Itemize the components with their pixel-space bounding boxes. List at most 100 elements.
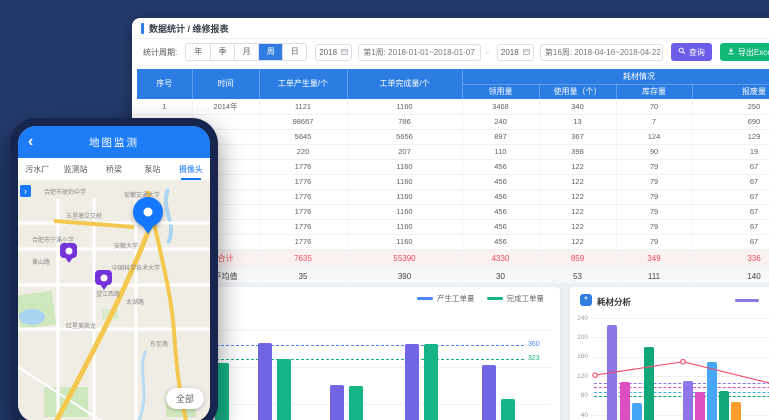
period-option[interactable]: 月	[234, 44, 258, 60]
table-cell: 1776	[259, 219, 347, 234]
table-row: 7177611604561227967	[137, 189, 769, 204]
export-label: 导出Excel	[738, 47, 769, 58]
trend-line	[570, 310, 769, 420]
start-week-input[interactable]: 第1周: 2018-01-01~2018-01-07	[358, 44, 481, 61]
period-option[interactable]: 年	[186, 44, 210, 60]
map-image	[18, 181, 210, 420]
table-cell: 1776	[259, 159, 347, 174]
table-cell: 2014年	[192, 99, 259, 114]
right-chart-legend-dash[interactable]	[735, 299, 759, 302]
map-label: 太湖路	[126, 297, 144, 306]
table-cell: 1776	[259, 189, 347, 204]
legend-item[interactable]: 产生工单量	[417, 293, 475, 304]
reference-label: 323	[528, 355, 540, 362]
table-cell: 859	[539, 249, 616, 267]
table-cell: 349	[616, 249, 692, 267]
all-button[interactable]: 全部	[166, 388, 204, 409]
table-row: 10177611604561227967	[137, 234, 769, 249]
table-cell: 79	[616, 174, 692, 189]
legend-label: 完成工单量	[507, 293, 545, 304]
page: 数据统计 / 维修报表 统计周期: 年季月周日 2018 第1周: 2018-0…	[0, 0, 769, 420]
consumables-chart-card: * 耗材分析 2402001601208040	[570, 287, 769, 420]
dashboard-panel: 数据统计 / 维修报表 统计周期: 年季月周日 2018 第1周: 2018-0…	[132, 18, 769, 420]
filter-bar: 统计周期: 年季月周日 2018 第1周: 2018-01-01~2018-01…	[132, 39, 769, 66]
table-cell: 456	[462, 159, 539, 174]
period-option[interactable]: 季	[210, 44, 234, 60]
calendar-icon	[341, 48, 348, 57]
chevron-right-icon[interactable]: ›	[20, 185, 31, 197]
table-row: 8177611604561227967	[137, 204, 769, 219]
phone-screen: ‹ 地图监测 污水厂监测站桥梁泵站摄像头	[18, 126, 210, 420]
breadcrumb: 数据统计 / 维修报表	[149, 22, 229, 35]
column-header-serial: 序号	[137, 69, 192, 99]
table-cell: 110	[462, 144, 539, 159]
reference-label: 360	[528, 341, 540, 348]
sub-column-header: 领用量	[462, 84, 539, 99]
tab-泵站[interactable]: 泵站	[133, 158, 171, 180]
table-cell: 79	[616, 189, 692, 204]
camera-marker[interactable]	[60, 243, 77, 258]
table-cell: 79	[616, 159, 692, 174]
column-header-time: 时间	[192, 69, 259, 99]
table-row: 42202071103989019	[137, 144, 769, 159]
tab-监测站[interactable]: 监测站	[56, 158, 94, 180]
table-cell: 1160	[347, 219, 462, 234]
table-cell: 336	[692, 249, 769, 267]
end-week-input[interactable]: 第16周: 2018-04-16~2018-04-22	[540, 44, 663, 61]
legend-item[interactable]: 完成工单量	[487, 293, 545, 304]
table-cell: 897	[462, 129, 539, 144]
map-view[interactable]: 合肥市琥珀中学安徽交通大学五里墩立交桥合肥市宁溪小学安徽大学黄山路中国科学技术大…	[18, 181, 210, 420]
chart-title: 耗材分析	[597, 296, 631, 308]
table-cell: 122	[539, 219, 616, 234]
tab-摄像头[interactable]: 摄像头	[172, 158, 210, 180]
charts-section: 产生工单量 完成工单量 360 323 * 耗材分析 240200160120804…	[132, 283, 769, 420]
tab-桥梁[interactable]: 桥梁	[95, 158, 133, 180]
sub-column-header: 使用量（个）	[539, 84, 616, 99]
export-excel-button[interactable]: 导出Excel	[720, 43, 769, 61]
table-cell: 67	[692, 234, 769, 249]
camera-marker[interactable]	[95, 270, 112, 285]
table-body: 12014年1121116034683407025029866778624013…	[137, 99, 769, 286]
chart-bar	[258, 343, 272, 420]
range-separator: -	[486, 48, 489, 57]
table-cell: 19	[692, 144, 769, 159]
column-header-created: 工单产生量/个	[259, 69, 347, 99]
query-button[interactable]: 查询	[671, 43, 712, 61]
period-label: 统计周期:	[143, 47, 177, 58]
table-cell: 55390	[347, 249, 462, 267]
table-cell: 1121	[259, 99, 347, 114]
table-cell: 79	[616, 219, 692, 234]
table-row: 6177611604561227967	[137, 174, 769, 189]
table-cell: 3468	[462, 99, 539, 114]
table-row: 356455656897367124129	[137, 129, 769, 144]
table-cell: 456	[462, 174, 539, 189]
table-row: 5177611604561227967	[137, 159, 769, 174]
table-cell: 207	[347, 144, 462, 159]
table-cell: 13	[539, 114, 616, 129]
table-header: 序号 时间 工单产生量/个 工单完成量/个 耗材情况 领用量 使用量（个） 库存…	[137, 69, 769, 99]
table-cell: 122	[539, 189, 616, 204]
table-cell: 67	[692, 204, 769, 219]
phone-mockup: ‹ 地图监测 污水厂监测站桥梁泵站摄像头	[10, 118, 218, 420]
selected-camera-marker[interactable]	[133, 197, 163, 227]
table-cell: 67	[692, 174, 769, 189]
query-label: 查询	[689, 47, 705, 58]
table-cell: 67	[692, 219, 769, 234]
end-year-select[interactable]: 2018	[497, 44, 534, 61]
calendar-icon	[523, 48, 530, 57]
period-option[interactable]: 日	[282, 44, 306, 60]
sub-column-header: 库存量	[616, 84, 692, 99]
map-label: 安徽大学	[114, 241, 138, 250]
table-cell: 122	[539, 174, 616, 189]
period-option[interactable]: 周	[258, 44, 282, 60]
table-cell: 79	[616, 234, 692, 249]
breadcrumb-bar: 数据统计 / 维修报表	[132, 18, 769, 39]
tab-污水厂[interactable]: 污水厂	[18, 158, 56, 180]
chevron-left-icon[interactable]: ‹	[28, 134, 33, 150]
table-cell: 129	[692, 129, 769, 144]
phone-title: 地图监测	[89, 135, 139, 150]
table-cell: 1160	[347, 99, 462, 114]
chart-icon: *	[580, 294, 592, 306]
table-cell: 690	[692, 114, 769, 129]
start-year-select[interactable]: 2018	[315, 44, 352, 61]
